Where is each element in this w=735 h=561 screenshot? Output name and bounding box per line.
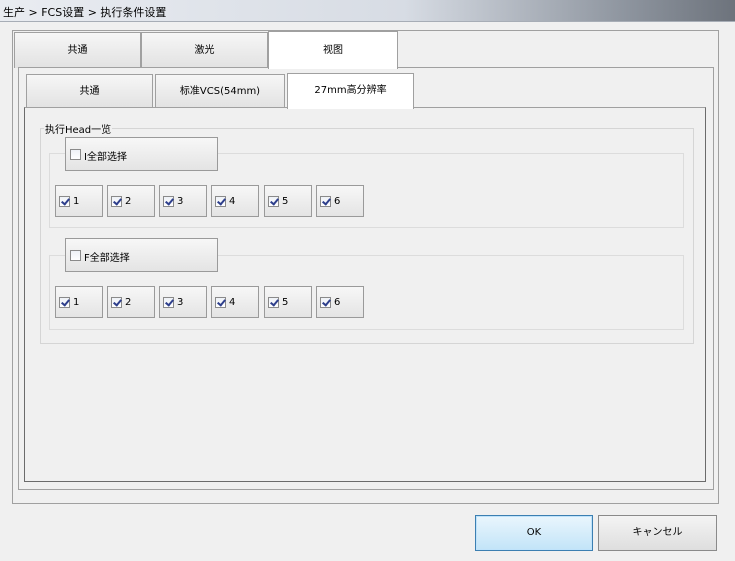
head-i-6-checkbox[interactable]: 6 [316, 185, 364, 217]
checkbox-checked-icon [163, 196, 174, 207]
select-all-i-button[interactable]: I全部选择 [65, 137, 218, 171]
select-all-f-label: F全部选择 [84, 253, 130, 264]
title-bar: 生产 > FCS设置 > 执行条件设置 [0, 0, 735, 22]
checkbox-checked-icon [320, 196, 331, 207]
ok-button[interactable]: OK [475, 515, 593, 551]
execution-head-group-title: 执行Head一览 [44, 121, 113, 136]
head-i-3-checkbox[interactable]: 3 [159, 185, 207, 217]
head-i-4-checkbox[interactable]: 4 [211, 185, 259, 217]
checkbox-checked-icon [59, 196, 70, 207]
head-f-5-checkbox[interactable]: 5 [264, 286, 312, 318]
head-i-5-checkbox[interactable]: 5 [264, 185, 312, 217]
select-all-i-label: I全部选择 [84, 152, 127, 163]
checkbox-checked-icon [215, 297, 226, 308]
select-all-f-button[interactable]: F全部选择 [65, 238, 218, 272]
subtab-standard-vcs[interactable]: 标准VCS(54mm) [155, 74, 285, 108]
cancel-button[interactable]: キャンセル [598, 515, 717, 551]
head-i-1-checkbox[interactable]: 1 [55, 185, 103, 217]
tab-view[interactable]: 视图 [268, 31, 398, 69]
checkbox-checked-icon [215, 196, 226, 207]
head-f-1-checkbox[interactable]: 1 [55, 286, 103, 318]
window-title: 生产 > FCS设置 > 执行条件设置 [3, 6, 167, 19]
tab-common[interactable]: 共通 [14, 32, 141, 68]
head-f-2-checkbox[interactable]: 2 [107, 286, 155, 318]
subtab-common[interactable]: 共通 [26, 74, 153, 108]
checkbox-checked-icon [268, 196, 279, 207]
head-f-3-checkbox[interactable]: 3 [159, 286, 207, 318]
select-all-f-checkbox[interactable] [70, 250, 81, 261]
checkbox-checked-icon [59, 297, 70, 308]
select-all-i-checkbox[interactable] [70, 149, 81, 160]
checkbox-checked-icon [111, 297, 122, 308]
checkbox-checked-icon [163, 297, 174, 308]
head-i-2-checkbox[interactable]: 2 [107, 185, 155, 217]
checkbox-checked-icon [111, 196, 122, 207]
checkbox-checked-icon [320, 297, 331, 308]
head-f-4-checkbox[interactable]: 4 [211, 286, 259, 318]
subtab-27mm-high-res[interactable]: 27mm高分辨率 [287, 73, 414, 109]
head-f-6-checkbox[interactable]: 6 [316, 286, 364, 318]
checkbox-checked-icon [268, 297, 279, 308]
tab-laser[interactable]: 激光 [141, 32, 268, 68]
